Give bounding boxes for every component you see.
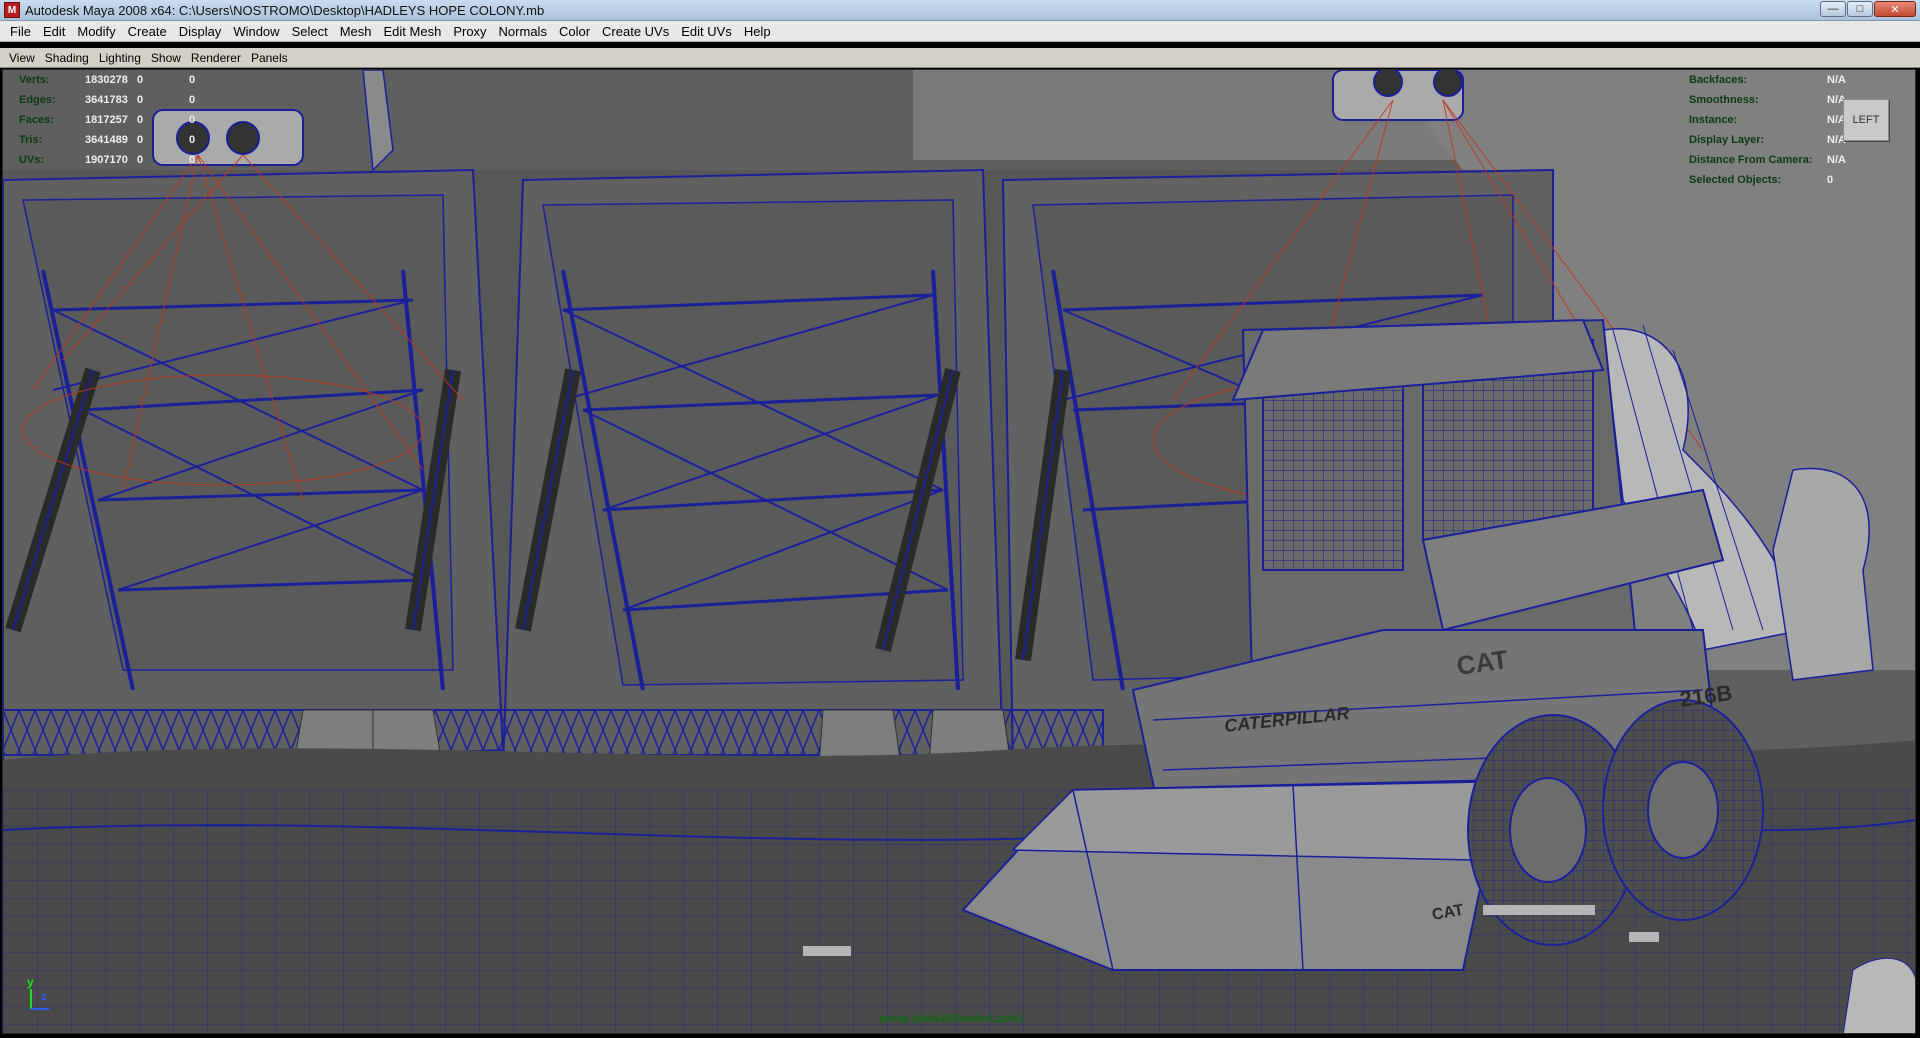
menu-create[interactable]: Create [122, 24, 173, 39]
hud-selected-objects-value: 0 [1827, 174, 1834, 186]
title-bar: M Autodesk Maya 2008 x64: C:\Users\NOSTR… [0, 0, 1920, 21]
hud-selected-objects: Selected Objects: 0 [1689, 170, 1867, 190]
panel-menu-panels[interactable]: Panels [246, 51, 293, 65]
hud-selected-objects-label: Selected Objects: [1689, 174, 1782, 186]
menu-modify[interactable]: Modify [71, 24, 121, 39]
camera-layer-label: persp (defaultRenderLayer) [879, 1013, 1023, 1025]
hud-backfaces-value: N/A [1827, 74, 1846, 86]
menu-edit[interactable]: Edit [37, 24, 71, 39]
wall-panel-left [3, 168, 505, 772]
hud-tris-selected: 0 [137, 134, 144, 146]
hud-uvs-label: UVs: [19, 154, 45, 166]
hud-edges-label: Edges: [19, 94, 56, 106]
hud-display-layer-label: Display Layer: [1689, 134, 1765, 146]
axis-y-label: y [27, 975, 34, 989]
hud-verts-extra: 0 [189, 74, 196, 86]
minimize-button[interactable]: — [1820, 1, 1846, 17]
hud-backfaces: Backfaces: N/A [1689, 70, 1867, 90]
menu-edit-mesh[interactable]: Edit Mesh [378, 24, 448, 39]
hud-backfaces-label: Backfaces: [1689, 74, 1748, 86]
hud-tris-extra: 0 [189, 134, 196, 146]
hud-faces: Faces: 1817257 0 0 [19, 110, 209, 130]
hud-edges-value: 3641783 [85, 94, 128, 106]
hud-faces-extra: 0 [189, 114, 196, 126]
menu-edit-uvs[interactable]: Edit UVs [675, 24, 738, 39]
hud-distance: Distance From Camera: N/A [1689, 150, 1867, 170]
hud-uvs-selected: 0 [137, 154, 144, 166]
menu-color[interactable]: Color [553, 24, 596, 39]
panel-menu-shading[interactable]: Shading [40, 51, 94, 65]
hud-faces-selected: 0 [137, 114, 144, 126]
hud-uvs-extra: 0 [189, 154, 196, 166]
hud-tris-label: Tris: [19, 134, 43, 146]
window-controls: — □ ✕ [1820, 1, 1916, 17]
hud-distance-label: Distance From Camera: [1689, 154, 1813, 166]
hud-edges: Edges: 3641783 0 0 [19, 90, 209, 110]
hud-verts: Verts: 1830278 0 0 [19, 70, 209, 90]
hud-uvs: UVs: 1907170 0 0 [19, 150, 209, 170]
hud-verts-selected: 0 [137, 74, 144, 86]
menu-normals[interactable]: Normals [493, 24, 553, 39]
poly-count-hud: Verts: 1830278 0 0 Edges: 3641783 0 0 Fa… [19, 70, 209, 170]
panel-menu-renderer[interactable]: Renderer [186, 51, 246, 65]
object-details-hud: Backfaces: N/A Smoothness: N/A Instance:… [1689, 70, 1867, 190]
menu-help[interactable]: Help [738, 24, 777, 39]
view-cube-left[interactable]: LEFT [1843, 99, 1889, 141]
panel-menu-view[interactable]: View [4, 51, 40, 65]
hud-distance-value: N/A [1827, 154, 1846, 166]
hud-edges-extra: 0 [189, 94, 196, 106]
perspective-viewport[interactable]: CATERPILLAR CAT 216B CAT Verts: 1830278 … [2, 69, 1916, 1034]
panel-menu-lighting[interactable]: Lighting [94, 51, 146, 65]
menu-display[interactable]: Display [173, 24, 228, 39]
hud-instance: Instance: N/A [1689, 110, 1867, 130]
menu-window[interactable]: Window [227, 24, 285, 39]
hud-display-layer: Display Layer: N/A [1689, 130, 1867, 150]
hud-verts-value: 1830278 [85, 74, 128, 86]
hud-verts-label: Verts: [19, 74, 50, 86]
hud-instance-label: Instance: [1689, 114, 1738, 126]
scene-render: CATERPILLAR CAT 216B CAT [3, 70, 1915, 1033]
close-button[interactable]: ✕ [1874, 1, 1916, 17]
hud-smoothness-label: Smoothness: [1689, 94, 1759, 106]
panel-menu-show[interactable]: Show [146, 51, 186, 65]
menu-proxy[interactable]: Proxy [447, 24, 492, 39]
hud-tris: Tris: 3641489 0 0 [19, 130, 209, 150]
hud-faces-value: 1817257 [85, 114, 128, 126]
axis-z-label: z [41, 991, 47, 1003]
menu-create-uvs[interactable]: Create UVs [596, 24, 675, 39]
maya-icon: M [4, 2, 20, 18]
menu-file[interactable]: File [4, 24, 37, 39]
hud-smoothness: Smoothness: N/A [1689, 90, 1867, 110]
hud-faces-label: Faces: [19, 114, 54, 126]
panel-menu-bar: View Shading Lighting Show Renderer Pane… [0, 48, 1920, 68]
light-rig-right [1332, 70, 1464, 121]
hud-edges-selected: 0 [137, 94, 144, 106]
maximize-button[interactable]: □ [1847, 1, 1873, 17]
hud-uvs-value: 1907170 [85, 154, 128, 166]
menu-mesh[interactable]: Mesh [334, 24, 378, 39]
main-menu-bar: File Edit Modify Create Display Window S… [0, 21, 1920, 42]
menu-select[interactable]: Select [286, 24, 334, 39]
window-title: Autodesk Maya 2008 x64: C:\Users\NOSTROM… [25, 2, 545, 18]
hud-tris-value: 3641489 [85, 134, 128, 146]
